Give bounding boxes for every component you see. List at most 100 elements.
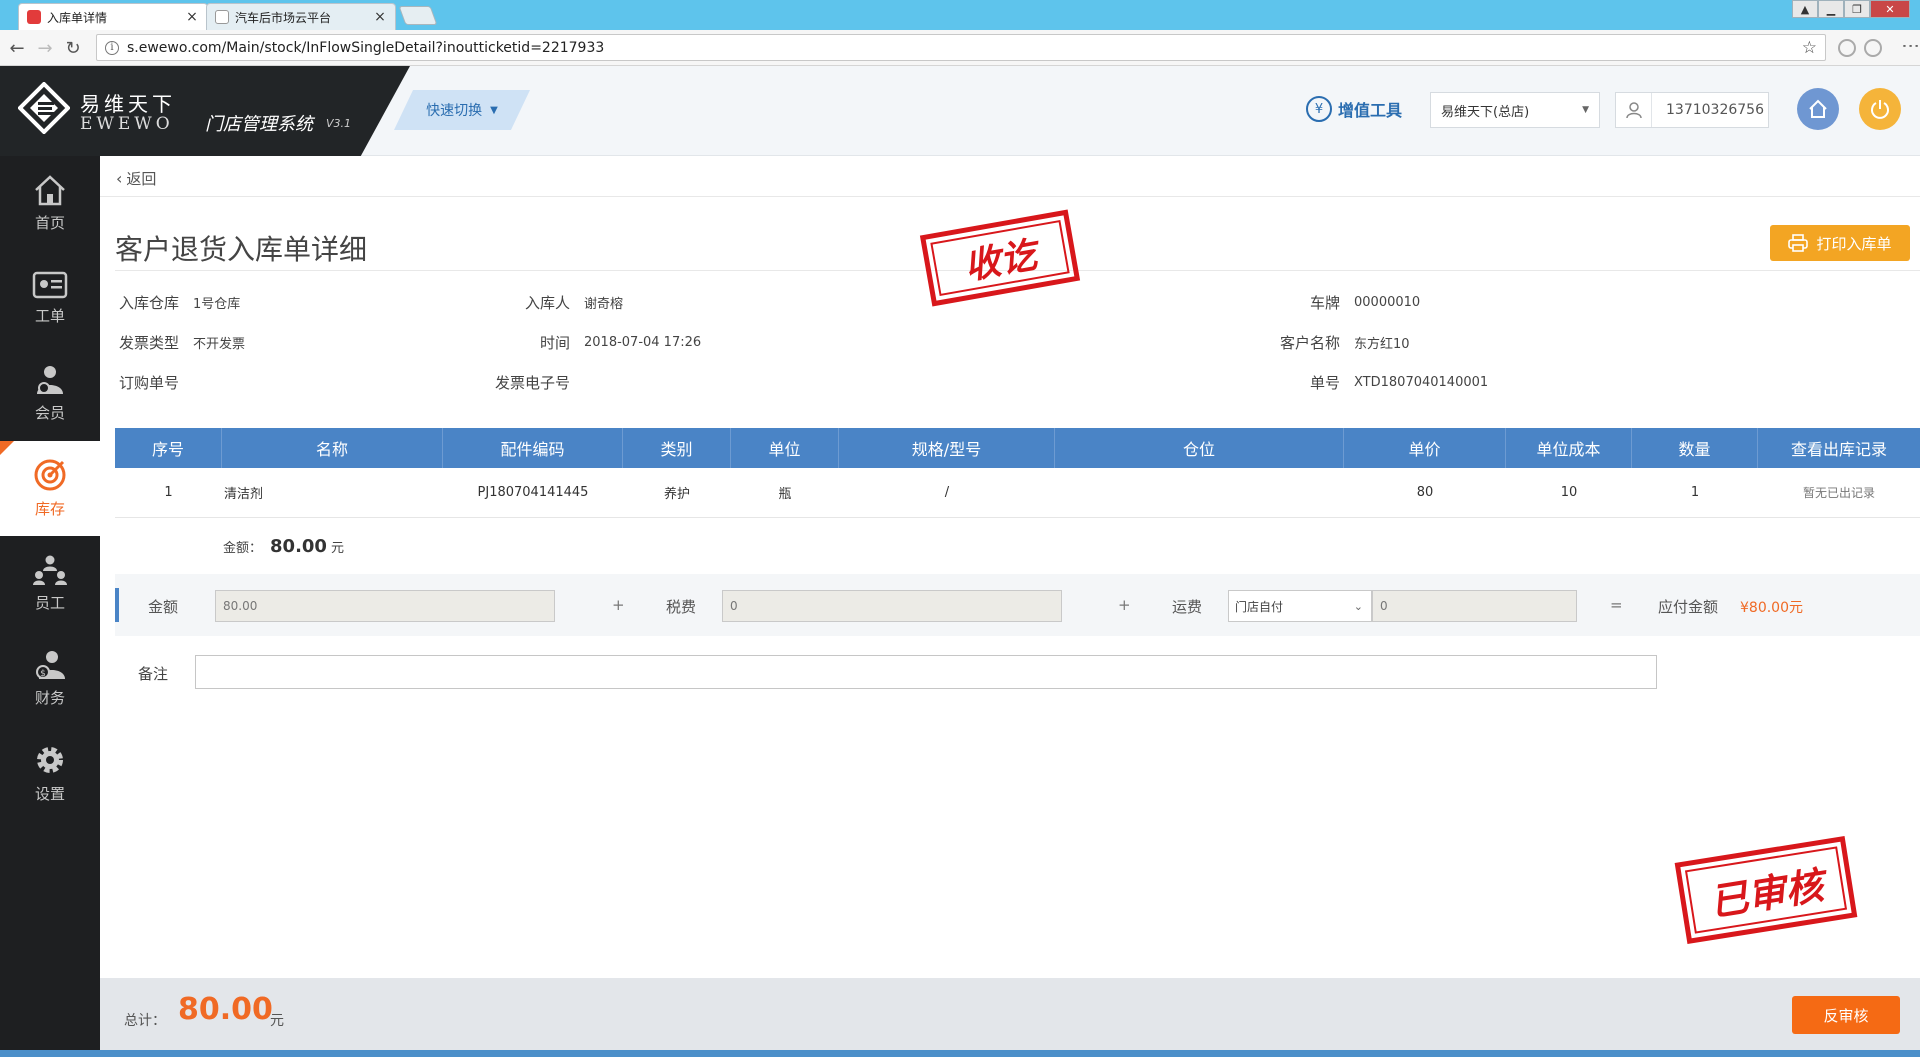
chevron-down-icon: ⌄ <box>1353 599 1363 613</box>
extension-icon[interactable] <box>1838 39 1856 57</box>
tab-close-icon[interactable]: × <box>373 9 387 25</box>
equals-sign: = <box>1610 596 1623 614</box>
sidebar-item-staff[interactable]: 员工 <box>0 536 100 631</box>
column-header: 仓位 <box>1055 428 1344 468</box>
browser-tab-bar: 入库单详情 × 汽车后市场云平台 × ▲ ▁ ❐ ✕ <box>0 0 1920 30</box>
sidebar-item-label: 财务 <box>34 689 65 707</box>
back-arrow-icon[interactable]: ← <box>6 37 28 59</box>
table-row: 1 清洁剂 PJ180704141445 养护 瓶 / 80 10 1 暂无已出… <box>115 468 1920 518</box>
freight-input[interactable]: 0 <box>1372 590 1577 622</box>
info-label: 发票类型 <box>118 333 179 352</box>
sidebar-item-settings[interactable]: 设置 <box>0 726 100 821</box>
browser-menu-icon[interactable]: ⋮ <box>1900 37 1920 55</box>
cell-unit: 瓶 <box>778 487 792 502</box>
reverse-audit-button[interactable]: 反审核 <box>1792 996 1900 1034</box>
cell-qty: 1 <box>1690 485 1700 500</box>
column-header: 查看出库记录 <box>1790 440 1887 459</box>
column-header: 规格/型号 <box>839 428 1055 468</box>
column-header: 单位成本 <box>1506 428 1632 468</box>
sidebar-item-label: 设置 <box>34 785 65 803</box>
forward-arrow-icon[interactable]: → <box>34 37 56 59</box>
extension-icon[interactable] <box>1864 39 1882 57</box>
freight-label: 运费 <box>1172 598 1203 616</box>
tab-close-icon[interactable]: × <box>185 9 199 25</box>
chevron-left-icon: ‹ <box>116 169 123 188</box>
browser-tab-active[interactable]: 入库单详情 × <box>18 3 208 30</box>
info-customer: 客户名称 东方红10 <box>1215 332 1410 352</box>
sidebar-item-member[interactable]: 会员 <box>0 346 100 441</box>
print-inbound-button[interactable]: 打印入库单 <box>1770 225 1910 261</box>
site-info-icon[interactable]: i <box>105 40 119 55</box>
tax-label: 税费 <box>666 598 697 616</box>
fee-amount-input[interactable]: 80.00 <box>215 590 555 622</box>
back-label: 返回 <box>126 170 157 188</box>
freight-payer-select[interactable]: 门店自付 ⌄ <box>1228 590 1372 622</box>
page-favicon-icon <box>215 10 229 24</box>
payable-value: ¥80.00元 <box>1740 600 1803 616</box>
quick-switch-dropdown[interactable]: 快速切换 ▼ <box>394 90 530 130</box>
info-time: 时间 2018-07-04 17:26 <box>445 332 701 352</box>
column-header: 名称 <box>222 428 443 468</box>
logout-button[interactable] <box>1859 88 1901 130</box>
remark-input[interactable] <box>195 655 1657 689</box>
info-ticket-no: 单号 XTD1807040140001 <box>1215 372 1488 392</box>
member-icon <box>37 366 63 394</box>
info-plate: 车牌 00000010 <box>1215 292 1420 312</box>
cell-name: 清洁剂 <box>224 487 264 502</box>
plus-sign: + <box>1118 596 1131 614</box>
sidebar-item-label: 会员 <box>34 404 65 422</box>
restore-icon[interactable]: ❐ <box>1844 0 1870 18</box>
sidebar-item-home[interactable]: 首页 <box>0 156 100 251</box>
new-tab-button[interactable] <box>398 6 438 25</box>
svg-text:$: $ <box>40 669 46 679</box>
cell-no: 1 <box>164 485 173 500</box>
close-window-icon[interactable]: ✕ <box>1870 0 1910 18</box>
sidebar-item-work-order[interactable]: 工单 <box>0 251 100 346</box>
quick-switch-label: 快速切换 <box>426 103 483 119</box>
audited-stamp: 已审核 <box>1674 836 1858 944</box>
home-icon <box>35 175 65 206</box>
site-favicon-icon <box>27 10 41 24</box>
user-icon <box>1616 93 1652 127</box>
home-button[interactable] <box>1797 88 1839 130</box>
browser-tab[interactable]: 汽车后市场云平台 × <box>206 3 396 30</box>
column-header: 配件编码 <box>443 428 623 468</box>
store-select[interactable]: 易维天下(总店) ▼ <box>1430 92 1600 128</box>
minimize-icon[interactable]: ▁ <box>1818 0 1844 18</box>
info-label: 订购单号 <box>118 373 179 392</box>
column-header: 序号 <box>115 428 222 468</box>
user-account[interactable]: 13710326756 <box>1615 92 1769 128</box>
power-icon <box>1871 100 1889 119</box>
plus-sign: + <box>612 596 625 614</box>
home-icon <box>1809 99 1827 118</box>
finance-icon: $ <box>36 651 65 679</box>
info-value: 谢奇榕 <box>584 296 624 312</box>
staff-icon <box>33 555 67 585</box>
info-einvoice: 发票电子号 <box>445 372 584 392</box>
user-profile-icon[interactable]: ▲ <box>1792 0 1818 18</box>
back-link[interactable]: ‹ 返回 <box>116 168 156 189</box>
info-label: 入库仓库 <box>118 293 179 312</box>
info-value: 00000010 <box>1354 294 1421 310</box>
bookmark-star-icon[interactable]: ☆ <box>1802 38 1817 58</box>
info-label: 客户名称 <box>1279 333 1340 352</box>
sidebar-item-finance[interactable]: $ 财务 <box>0 631 100 726</box>
cell-outbound-record-link[interactable]: 暂无已出记录 <box>1758 468 1920 517</box>
amount-value: 80.00 <box>270 536 327 557</box>
url-input[interactable]: i s.ewewo.com/Main/stock/InFlowSingleDet… <box>96 34 1826 61</box>
fee-amount-label: 金额 <box>148 598 179 616</box>
total-unit: 元 <box>270 1013 284 1029</box>
sidebar-item-inventory[interactable]: 库存 <box>0 441 100 536</box>
payable-label: 应付金额 <box>1658 598 1719 616</box>
value-added-tools-link[interactable]: ¥ 增值工具 <box>1306 96 1402 122</box>
url-text: s.ewewo.com/Main/stock/InFlowSingleDetai… <box>127 39 605 56</box>
sidebar-item-label: 工单 <box>34 307 65 325</box>
total-value: 80.00 <box>178 992 273 1027</box>
tools-label: 增值工具 <box>1338 101 1403 120</box>
info-value: XTD1807040140001 <box>1354 374 1489 390</box>
tax-input[interactable]: 0 <box>722 590 1062 622</box>
table-header: 序号 名称 配件编码 类别 单位 规格/型号 仓位 单价 单位成本 数量 查看出… <box>115 428 1920 468</box>
work-order-icon <box>32 271 68 299</box>
reload-icon[interactable]: ↻ <box>62 37 84 59</box>
tab-title: 入库单详情 <box>47 10 108 25</box>
